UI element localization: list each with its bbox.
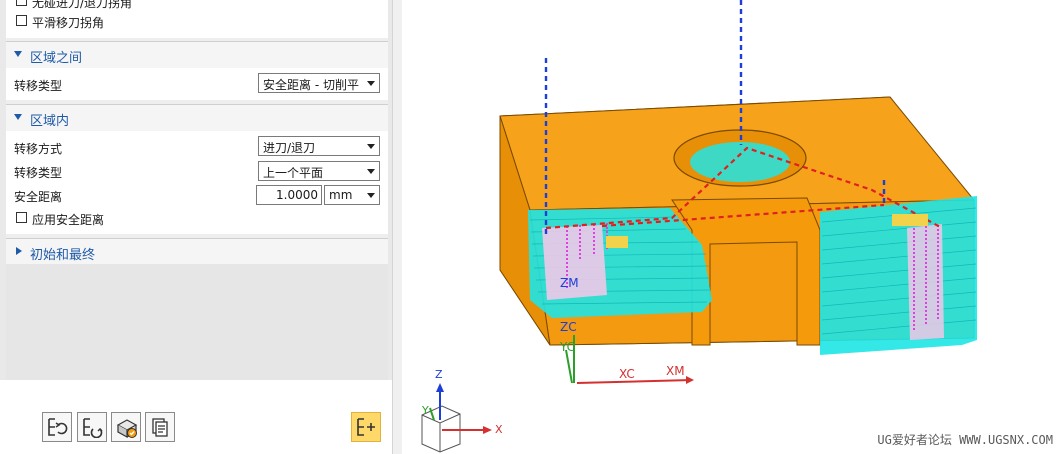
left-tool-marker: [606, 236, 628, 248]
triad-y-label: Y: [422, 404, 429, 417]
top-options-group: 无碰进刀/退刀拐角 平滑移刀拐角: [6, 0, 388, 38]
checkbox[interactable]: [16, 212, 27, 223]
view-triad: [421, 383, 492, 453]
unit-select[interactable]: mm: [324, 185, 380, 205]
section-title: 区域之间: [30, 51, 83, 66]
operation-dialog: 无碰进刀/退刀拐角 平滑移刀拐角 区域之间 转移类型 安全距离 - 切削平 区域…: [0, 0, 392, 454]
transfer-type-label: 转移类型: [14, 166, 63, 180]
transfer-type-select[interactable]: 安全距离 - 切削平: [258, 73, 380, 93]
input-value: 1.0000: [276, 188, 318, 202]
edit-display-icon: [357, 418, 375, 436]
chevron-down-icon: [367, 81, 375, 86]
select-value: mm: [329, 188, 353, 202]
xm-label: XM: [666, 364, 685, 378]
yc-label: YC: [560, 340, 576, 354]
action-toolbar: [0, 380, 392, 454]
verify-icon: [116, 419, 138, 439]
chevron-down-icon: [14, 51, 22, 57]
empty-area: [6, 264, 388, 380]
safe-distance-input[interactable]: 1.0000: [256, 185, 322, 205]
safe-distance-label: 安全距离: [14, 190, 63, 204]
chevron-down-icon: [367, 193, 375, 198]
xc-label: XC: [619, 367, 635, 381]
section-body-between-regions: 转移类型 安全距离 - 切削平: [6, 68, 388, 100]
zm-label: ZM: [560, 276, 579, 290]
generate-icon: [48, 418, 68, 436]
replay-button[interactable]: [77, 412, 107, 442]
panel-splitter[interactable]: [392, 0, 402, 454]
checkbox-label: 应用安全距离: [32, 213, 105, 227]
checkbox[interactable]: [16, 15, 27, 26]
section-body-within-region: 转移方式 进刀/退刀 转移类型 上一个平面 安全距离 1.0000 mm 应用安…: [6, 131, 388, 234]
model-view: [421, 0, 977, 453]
transfer-method-label: 转移方式: [14, 142, 63, 156]
yc-axis-2: [565, 349, 573, 384]
checkbox[interactable]: [16, 0, 27, 6]
section-header-initial-final[interactable]: 初始和最终: [6, 238, 388, 265]
generate-button[interactable]: [42, 412, 72, 442]
chevron-down-icon: [367, 169, 375, 174]
checkbox-label: 平滑移刀拐角: [32, 16, 105, 30]
section-title: 初始和最终: [30, 248, 96, 263]
select-value: 上一个平面: [263, 166, 324, 180]
xm-axis-arrow: [686, 376, 694, 384]
transfer-method-select[interactable]: 进刀/退刀: [258, 136, 380, 156]
triad-z-label: Z: [435, 368, 443, 381]
verify-button[interactable]: [111, 412, 141, 442]
hole-toolpath: [690, 142, 790, 182]
replay-icon: [83, 418, 103, 438]
select-value: 进刀/退刀: [263, 141, 316, 155]
section-header-between-regions[interactable]: 区域之间: [6, 41, 388, 68]
edit-display-button[interactable]: [351, 412, 381, 442]
transfer-type-label: 转移类型: [14, 79, 63, 93]
list-icon: [152, 418, 168, 437]
zc-label: ZC: [560, 320, 577, 334]
dialog-content: 无碰进刀/退刀拐角 平滑移刀拐角 区域之间 转移类型 安全距离 - 切削平 区域…: [6, 0, 388, 380]
list-button[interactable]: [145, 412, 175, 442]
section-header-within-region[interactable]: 区域内: [6, 104, 388, 131]
chevron-right-icon: [16, 247, 22, 255]
checkbox-label: 无碰进刀/退刀拐角: [32, 0, 133, 10]
select-value: 安全距离 - 切削平: [263, 78, 359, 92]
checkbox-row[interactable]: 平滑移刀拐角: [6, 11, 388, 33]
watermark: UG爱好者论坛 WWW.UGSNX.COM: [877, 433, 1053, 447]
chevron-down-icon: [367, 144, 375, 149]
transfer-type-select[interactable]: 上一个平面: [258, 161, 380, 181]
graphics-viewport[interactable]: ZM ZC YC XC XM Z Y X UG爱好者论坛 WWW.UGSNX.C…: [402, 0, 1059, 454]
chevron-down-icon: [14, 114, 22, 120]
use-safe-distance-row[interactable]: 应用安全距离: [6, 208, 388, 230]
triad-x-label: X: [495, 423, 503, 436]
right-tool-marker: [892, 214, 928, 226]
section-title: 区域内: [30, 114, 70, 129]
